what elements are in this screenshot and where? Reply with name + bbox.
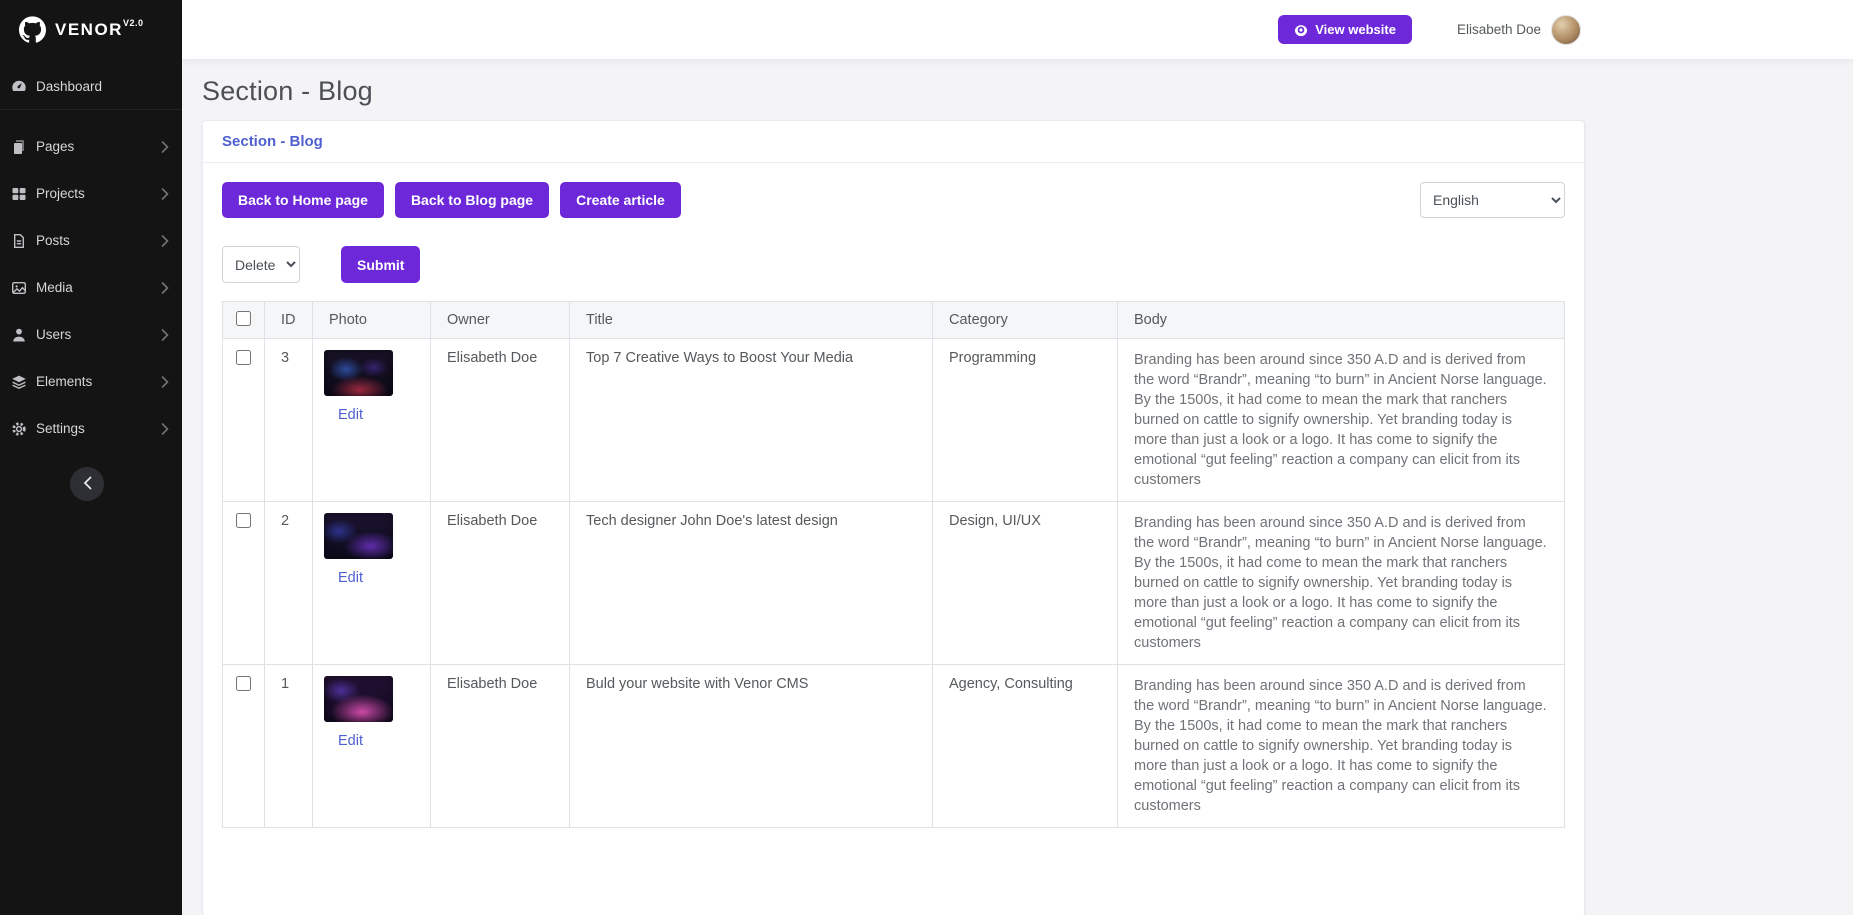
- back-to-home-button[interactable]: Back to Home page: [222, 182, 384, 218]
- edit-link[interactable]: Edit: [338, 570, 363, 586]
- blog-section-card: Section - Blog Back to Home page Back to…: [202, 120, 1585, 915]
- eye-icon: [1294, 23, 1308, 37]
- card-header: Section - Blog: [203, 121, 1584, 163]
- sidebar-item-elements[interactable]: Elements: [0, 358, 182, 405]
- chevron-right-icon: [161, 235, 169, 247]
- language-select[interactable]: English: [1420, 182, 1565, 218]
- card-body: Back to Home page Back to Blog page Crea…: [203, 163, 1584, 847]
- main-content: Section - Blog Section - Blog Back to Ho…: [182, 59, 1853, 915]
- sidebar-item-posts[interactable]: Posts: [0, 217, 182, 264]
- chevron-left-icon: [83, 476, 92, 493]
- edit-link[interactable]: Edit: [338, 733, 363, 749]
- sidebar-item-users[interactable]: Users: [0, 311, 182, 358]
- github-logo-icon: [19, 16, 46, 43]
- pages-icon: [10, 138, 27, 155]
- bulk-action-select[interactable]: Delete: [222, 246, 300, 283]
- app-root: VENOR V2.0 Dashboard Pages Projects Post…: [0, 0, 1853, 915]
- topbar: View website Elisabeth Doe: [182, 0, 1853, 59]
- chevron-right-icon: [161, 376, 169, 388]
- chevron-right-icon: [161, 188, 169, 200]
- post-category: Agency, Consulting: [933, 665, 1118, 828]
- post-photo: [324, 513, 393, 559]
- post-owner: Elisabeth Doe: [431, 502, 570, 665]
- brand-name: VENOR: [55, 20, 123, 40]
- post-body: Branding has been around since 350 A.D a…: [1118, 339, 1565, 502]
- post-owner: Elisabeth Doe: [431, 339, 570, 502]
- post-body: Branding has been around since 350 A.D a…: [1118, 665, 1565, 828]
- table-row: 1 Edit Elisabeth Doe Buld your website w…: [223, 665, 1565, 828]
- post-title: Buld your website with Venor CMS: [570, 665, 933, 828]
- media-icon: [10, 279, 27, 296]
- view-website-label: View website: [1315, 22, 1396, 37]
- table-row: 2 Edit Elisabeth Doe Tech designer John …: [223, 502, 1565, 665]
- create-article-button[interactable]: Create article: [560, 182, 681, 218]
- sidebar-item-settings[interactable]: Settings: [0, 405, 182, 452]
- card-header-title: Section - Blog: [222, 133, 323, 150]
- settings-icon: [10, 420, 27, 437]
- user-avatar: [1551, 15, 1581, 45]
- chevron-right-icon: [161, 329, 169, 341]
- page-title: Section - Blog: [202, 76, 1585, 107]
- brand-logo[interactable]: VENOR V2.0: [0, 0, 182, 59]
- sidebar-item-projects[interactable]: Projects: [0, 170, 182, 217]
- edit-link[interactable]: Edit: [338, 407, 363, 423]
- row-checkbox[interactable]: [236, 513, 251, 528]
- post-photo: [324, 350, 393, 396]
- sidebar-item-media[interactable]: Media: [0, 264, 182, 311]
- posts-table-header: ID Photo Owner Title Category Body: [223, 302, 1565, 339]
- brand-version: V2.0: [123, 18, 144, 28]
- chevron-right-icon: [161, 282, 169, 294]
- row-checkbox[interactable]: [236, 350, 251, 365]
- column-header-category: Category: [933, 302, 1118, 339]
- submit-button[interactable]: Submit: [341, 246, 420, 283]
- select-all-checkbox[interactable]: [236, 311, 251, 326]
- table-body: 3 Edit Elisabeth Doe Top 7 Creative Ways…: [223, 339, 1565, 828]
- post-id: 2: [281, 513, 289, 529]
- row-checkbox[interactable]: [236, 676, 251, 691]
- chevron-right-icon: [161, 141, 169, 153]
- sidebar-item-dashboard[interactable]: Dashboard: [0, 63, 182, 110]
- column-header-body: Body: [1118, 302, 1565, 339]
- post-title: Top 7 Creative Ways to Boost Your Media: [570, 339, 933, 502]
- elements-icon: [10, 373, 27, 390]
- post-category: Programming: [933, 339, 1118, 502]
- post-body: Branding has been around since 350 A.D a…: [1118, 502, 1565, 665]
- bulk-actions-row: Delete Submit: [222, 246, 1565, 283]
- post-title: Tech designer John Doe's latest design: [570, 502, 933, 665]
- dashboard-icon: [10, 78, 27, 95]
- user-menu[interactable]: Elisabeth Doe: [1457, 15, 1581, 45]
- column-header-owner: Owner: [431, 302, 570, 339]
- post-id: 3: [281, 350, 289, 366]
- posts-table: ID Photo Owner Title Category Body 3 Edi…: [222, 301, 1565, 828]
- column-header-photo: Photo: [313, 302, 431, 339]
- column-header-id: ID: [265, 302, 313, 339]
- post-id: 1: [281, 676, 289, 692]
- table-row: 3 Edit Elisabeth Doe Top 7 Creative Ways…: [223, 339, 1565, 502]
- users-icon: [10, 326, 27, 343]
- post-photo: [324, 676, 393, 722]
- chevron-right-icon: [161, 423, 169, 435]
- view-website-button[interactable]: View website: [1278, 15, 1412, 44]
- post-owner: Elisabeth Doe: [431, 665, 570, 828]
- post-category: Design, UI/UX: [933, 502, 1118, 665]
- actions-row: Back to Home page Back to Blog page Crea…: [222, 182, 1565, 218]
- sidebar-collapse-button[interactable]: [70, 467, 104, 501]
- column-header-title: Title: [570, 302, 933, 339]
- projects-icon: [10, 185, 27, 202]
- sidebar-item-pages[interactable]: Pages: [0, 123, 182, 170]
- user-name: Elisabeth Doe: [1457, 22, 1541, 37]
- posts-icon: [10, 232, 27, 249]
- sidebar: VENOR V2.0 Dashboard Pages Projects Post…: [0, 0, 182, 915]
- back-to-blog-button[interactable]: Back to Blog page: [395, 182, 549, 218]
